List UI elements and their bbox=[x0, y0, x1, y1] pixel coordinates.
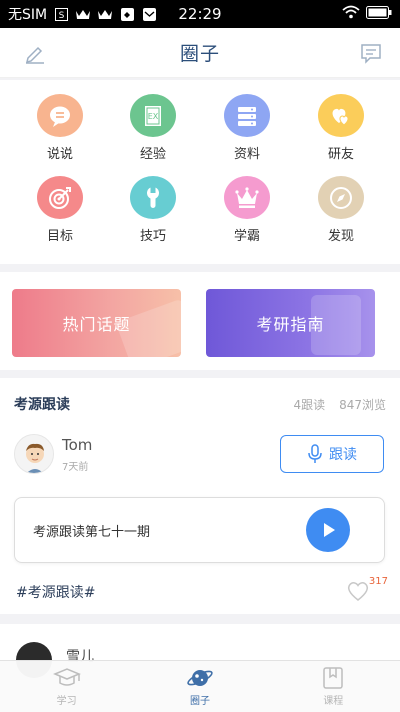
audio-title: 考源跟读第七十一期 bbox=[33, 524, 151, 540]
banner-label: 考研指南 bbox=[256, 315, 325, 334]
nav-header: 圈子 bbox=[0, 28, 400, 78]
bookmark-icon bbox=[323, 667, 344, 689]
status-bar: 无SIM S 22:29 bbox=[0, 0, 400, 28]
category-circle bbox=[318, 94, 364, 137]
post-time: 7天前 bbox=[62, 461, 89, 473]
page-title: 圈子 bbox=[179, 43, 220, 65]
svg-text:EX: EX bbox=[148, 112, 159, 121]
message-icon bbox=[361, 44, 381, 64]
category-label: 经验 bbox=[139, 147, 166, 162]
post-stats: 4跟读 847浏览 bbox=[293, 396, 386, 413]
post-header: 考源跟读 4跟读 847浏览 bbox=[14, 394, 386, 414]
category-jingyan[interactable]: EX 经验 bbox=[113, 82, 193, 162]
wifi-icon bbox=[342, 5, 360, 23]
play-icon bbox=[324, 523, 335, 537]
category-yanyou[interactable]: 研友 bbox=[301, 82, 381, 162]
audio-player[interactable]: 考源跟读第七十一期 bbox=[14, 497, 385, 563]
category-circle: EX bbox=[130, 94, 176, 137]
category-circle bbox=[37, 94, 83, 137]
category-circle bbox=[318, 176, 364, 219]
post-title: 考源跟读 bbox=[14, 397, 70, 413]
server-stack-icon bbox=[238, 106, 256, 126]
wrench-icon bbox=[147, 186, 159, 208]
category-jiqiao[interactable]: 技巧 bbox=[113, 164, 193, 244]
microphone-icon bbox=[308, 444, 322, 463]
crown-notification-icon bbox=[97, 7, 113, 21]
messages-button[interactable] bbox=[358, 40, 384, 66]
heart-icon bbox=[347, 582, 369, 601]
category-ziliao[interactable]: 资料 bbox=[207, 82, 287, 162]
tab-label: 学习 bbox=[56, 696, 77, 707]
tab-label: 圈子 bbox=[189, 696, 210, 707]
banner-row: 热门话题 考研指南 bbox=[0, 272, 400, 370]
hot-topics-banner[interactable]: 热门话题 bbox=[12, 289, 181, 357]
carrier-label: 无SIM bbox=[8, 7, 48, 23]
follow-read-button[interactable]: 跟读 bbox=[280, 435, 384, 473]
category-circle bbox=[224, 176, 270, 219]
category-label: 技巧 bbox=[139, 229, 166, 244]
planet-icon bbox=[187, 670, 213, 686]
like-count: 317 bbox=[368, 576, 388, 587]
chat-bubble-icon bbox=[50, 106, 70, 127]
s-badge-icon: S bbox=[53, 7, 69, 21]
exam-guide-banner[interactable]: 考研指南 bbox=[206, 289, 375, 357]
view-count: 847浏览 bbox=[339, 397, 386, 412]
like-button[interactable] bbox=[346, 580, 370, 606]
category-shuoshuo[interactable]: 说说 bbox=[20, 82, 100, 162]
book-ex-icon: EX bbox=[145, 105, 161, 126]
author-name[interactable]: Tom bbox=[62, 436, 92, 454]
category-faxian[interactable]: 发现 bbox=[301, 164, 381, 244]
tab-courses[interactable]: 课程 bbox=[267, 661, 400, 712]
battery-icon bbox=[366, 5, 392, 23]
category-label: 资料 bbox=[233, 147, 260, 162]
category-grid: 说说 EX 经验 资料 研友 目标 技巧 学霸 发现 bbox=[0, 80, 400, 264]
banner-label: 热门话题 bbox=[62, 315, 131, 334]
tab-study[interactable]: 学习 bbox=[0, 661, 133, 712]
follow-read-label: 跟读 bbox=[329, 447, 357, 463]
category-circle bbox=[37, 176, 83, 219]
app-notification-icon bbox=[119, 7, 135, 21]
mail-notification-icon bbox=[141, 7, 157, 21]
edit-post-button[interactable] bbox=[22, 40, 48, 66]
topic-tag[interactable]: #考源跟读# bbox=[16, 582, 95, 602]
category-mubiao[interactable]: 目标 bbox=[20, 164, 100, 244]
crown-notification-icon bbox=[75, 7, 91, 21]
category-label: 目标 bbox=[46, 229, 73, 244]
category-label: 发现 bbox=[327, 229, 354, 244]
tab-circle[interactable]: 圈子 bbox=[133, 661, 266, 712]
category-label: 研友 bbox=[327, 147, 354, 162]
svg-text:S: S bbox=[58, 11, 64, 21]
avatar[interactable] bbox=[14, 434, 54, 474]
app-screen: 无SIM S 22:29 圈子 说说 EX 经验 资料 研友 目标 技巧 学霸 … bbox=[0, 0, 400, 712]
category-label: 学霸 bbox=[233, 229, 260, 244]
category-circle bbox=[130, 176, 176, 219]
tab-label: 课程 bbox=[323, 696, 344, 707]
pencil-icon bbox=[25, 46, 44, 64]
category-circle bbox=[224, 94, 270, 137]
category-xueba[interactable]: 学霸 bbox=[207, 164, 287, 244]
compass-icon bbox=[330, 186, 352, 209]
post-card[interactable]: 考源跟读 4跟读 847浏览 Tom 7天前 跟读 考源跟读第七十一期 #考源跟… bbox=[0, 378, 400, 614]
follow-count: 4跟读 bbox=[293, 397, 326, 412]
play-button[interactable] bbox=[306, 508, 350, 552]
mortarboard-icon bbox=[52, 668, 81, 686]
post-author[interactable]: Tom 7天前 bbox=[14, 434, 92, 474]
crown-icon bbox=[235, 186, 259, 208]
bottom-tab-bar: 学习 圈子 课程 bbox=[0, 660, 400, 712]
target-icon bbox=[49, 186, 71, 209]
category-label: 说说 bbox=[46, 147, 73, 162]
hearts-icon bbox=[332, 108, 349, 126]
